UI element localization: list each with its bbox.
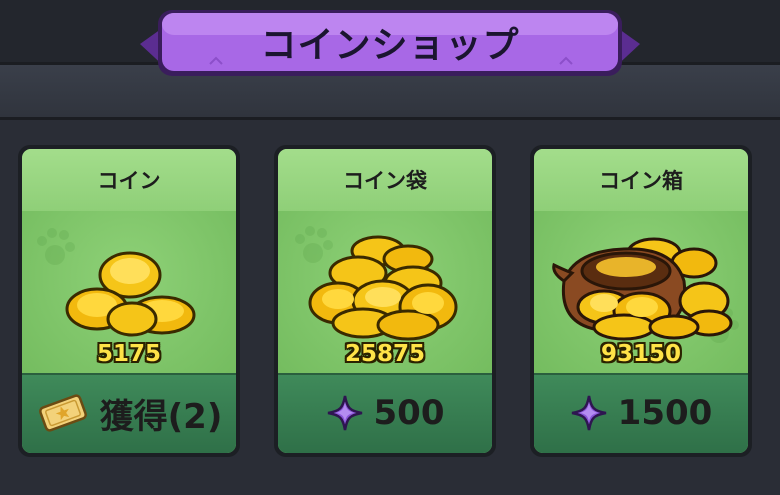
item-name: コイン箱 <box>599 169 683 193</box>
card-body: 93150 <box>534 211 748 375</box>
shop-item-coin-chest[interactable]: コイン箱 93150 1500 <box>530 145 752 457</box>
price-footer[interactable]: 獲得(2) <box>22 373 236 453</box>
price-footer[interactable]: 1500 <box>534 373 748 453</box>
price-footer[interactable]: 500 <box>278 373 492 453</box>
price-label: 500 <box>373 393 445 433</box>
price-label: 獲得(2) <box>99 396 223 437</box>
coin-amount: 5175 <box>96 341 161 367</box>
title-banner: コインショップ <box>140 4 640 82</box>
card-header: コイン箱 <box>534 149 748 213</box>
purple-gem-icon <box>327 395 362 431</box>
shop-item-coin[interactable]: コイン 5175 獲得(2) <box>18 145 240 457</box>
coin-amount: 25875 <box>344 341 426 367</box>
shop-item-coin-bag[interactable]: コイン袋 25875 500 <box>274 145 496 457</box>
coin-amount: 93150 <box>600 341 682 367</box>
purple-gem-icon <box>571 395 606 431</box>
ticket-icon <box>38 394 87 432</box>
card-header: コイン袋 <box>278 149 492 213</box>
item-name: コイン袋 <box>343 169 427 193</box>
page-title: コインショップ <box>260 25 520 66</box>
card-body: 5175 <box>22 211 236 375</box>
item-name: コイン <box>97 169 161 193</box>
card-body: 25875 <box>278 211 492 375</box>
shop-item-list: コイン 5175 獲得(2) コイン袋 25875 500 コイン箱 93150… <box>18 145 763 460</box>
card-header: コイン <box>22 149 236 213</box>
price-label: 1500 <box>617 393 713 433</box>
